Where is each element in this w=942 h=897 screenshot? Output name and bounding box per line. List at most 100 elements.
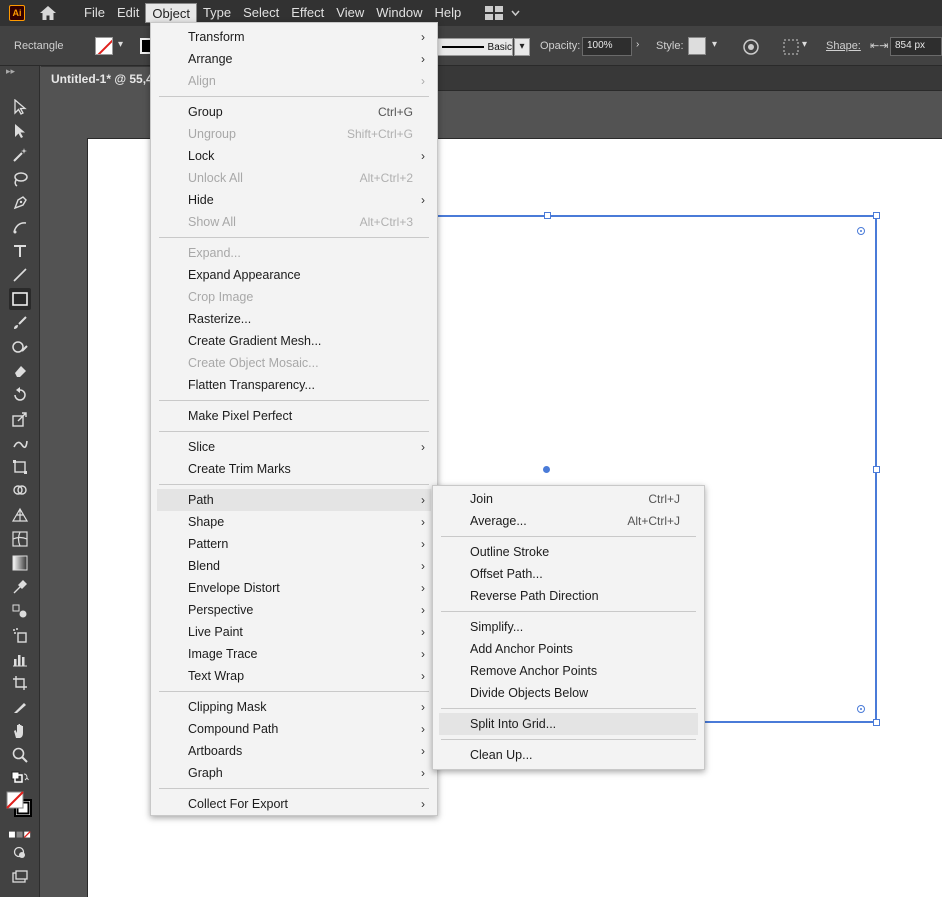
mesh-tool-icon[interactable] bbox=[9, 528, 31, 550]
document-tab[interactable]: Untitled-1* @ 55,44 bbox=[41, 67, 161, 91]
menu-effect[interactable]: Effect bbox=[285, 3, 330, 23]
opacity-input[interactable]: 100% bbox=[582, 37, 632, 56]
menu-item-create-gradient-mesh[interactable]: Create Gradient Mesh... bbox=[157, 330, 431, 352]
menu-item-add-anchor-points[interactable]: Add Anchor Points bbox=[439, 638, 698, 660]
style-dropdown-icon[interactable]: ▾ bbox=[712, 39, 717, 50]
menu-item-path[interactable]: Path › bbox=[157, 489, 431, 511]
screen-mode-icon[interactable] bbox=[9, 866, 31, 888]
recolor-icon[interactable] bbox=[742, 38, 760, 56]
line-tool-icon[interactable] bbox=[9, 264, 31, 286]
menu-item-transform[interactable]: Transform › bbox=[157, 26, 431, 48]
paintbrush-tool-icon[interactable] bbox=[9, 312, 31, 334]
workspace-switcher[interactable] bbox=[485, 6, 520, 20]
menu-item-simplify[interactable]: Simplify... bbox=[439, 616, 698, 638]
menu-item-collect-for-export[interactable]: Collect For Export › bbox=[157, 793, 431, 815]
menu-item-group[interactable]: Group Ctrl+G bbox=[157, 101, 431, 123]
menu-item-compound-path[interactable]: Compound Path › bbox=[157, 718, 431, 740]
menu-item-outline-stroke[interactable]: Outline Stroke bbox=[439, 541, 698, 563]
menu-item-divide-objects-below[interactable]: Divide Objects Below bbox=[439, 682, 698, 704]
menu-item-artboards[interactable]: Artboards › bbox=[157, 740, 431, 762]
artboard-tool-icon[interactable] bbox=[9, 672, 31, 694]
blend-tool-icon[interactable] bbox=[9, 600, 31, 622]
menu-item-flatten-transparency[interactable]: Flatten Transparency... bbox=[157, 374, 431, 396]
shaper-tool-icon[interactable] bbox=[9, 336, 31, 358]
brush-dropdown-icon[interactable]: ▾ bbox=[514, 38, 530, 56]
menu-item-expand-appearance[interactable]: Expand Appearance bbox=[157, 264, 431, 286]
direct-selection-tool-icon[interactable] bbox=[9, 120, 31, 142]
menu-item-slice[interactable]: Slice › bbox=[157, 436, 431, 458]
free-transform-tool-icon[interactable] bbox=[9, 456, 31, 478]
menu-view[interactable]: View bbox=[330, 3, 370, 23]
menu-item-remove-anchor-points[interactable]: Remove Anchor Points bbox=[439, 660, 698, 682]
pen-tool-icon[interactable] bbox=[9, 192, 31, 214]
shape-width-input[interactable]: 854 px bbox=[890, 37, 942, 56]
lasso-tool-icon[interactable] bbox=[9, 168, 31, 190]
menu-item-live-paint[interactable]: Live Paint › bbox=[157, 621, 431, 643]
menu-object[interactable]: Object bbox=[145, 3, 197, 23]
menu-item-make-pixel-perfect[interactable]: Make Pixel Perfect bbox=[157, 405, 431, 427]
fill-stroke-swatches[interactable] bbox=[5, 790, 35, 820]
menu-edit[interactable]: Edit bbox=[111, 3, 145, 23]
style-swatch[interactable] bbox=[688, 37, 706, 55]
menu-item-lock[interactable]: Lock › bbox=[157, 145, 431, 167]
warp-tool-icon[interactable] bbox=[9, 432, 31, 454]
menu-item-blend[interactable]: Blend › bbox=[157, 555, 431, 577]
perspective-grid-tool-icon[interactable] bbox=[9, 504, 31, 526]
scale-tool-icon[interactable] bbox=[9, 408, 31, 430]
menu-item-rasterize[interactable]: Rasterize... bbox=[157, 308, 431, 330]
menu-item-join[interactable]: Join Ctrl+J bbox=[439, 488, 698, 510]
menu-item-reverse-path-direction[interactable]: Reverse Path Direction bbox=[439, 585, 698, 607]
menu-item-shape[interactable]: Shape › bbox=[157, 511, 431, 533]
menu-item-image-trace[interactable]: Image Trace › bbox=[157, 643, 431, 665]
menu-select[interactable]: Select bbox=[237, 3, 285, 23]
default-fill-stroke-icon[interactable] bbox=[9, 768, 31, 790]
align-grid-icon[interactable] bbox=[782, 38, 800, 56]
menu-item-pattern[interactable]: Pattern › bbox=[157, 533, 431, 555]
center-point[interactable] bbox=[543, 466, 550, 473]
menu-item-hide[interactable]: Hide › bbox=[157, 189, 431, 211]
menu-item-offset-path[interactable]: Offset Path... bbox=[439, 563, 698, 585]
selection-handle[interactable] bbox=[873, 212, 880, 219]
menu-item-envelope-distort[interactable]: Envelope Distort › bbox=[157, 577, 431, 599]
selection-handle[interactable] bbox=[873, 719, 880, 726]
magic-wand-tool-icon[interactable] bbox=[9, 144, 31, 166]
corner-radius-widget[interactable] bbox=[857, 705, 865, 713]
type-tool-icon[interactable] bbox=[9, 240, 31, 262]
menu-item-split-into-grid[interactable]: Split Into Grid... bbox=[439, 713, 698, 735]
rotate-tool-icon[interactable] bbox=[9, 384, 31, 406]
align-dropdown-icon[interactable]: ▾ bbox=[802, 39, 807, 50]
slice-tool-icon[interactable] bbox=[9, 696, 31, 718]
menu-item-text-wrap[interactable]: Text Wrap › bbox=[157, 665, 431, 687]
symbol-sprayer-tool-icon[interactable] bbox=[9, 624, 31, 646]
selection-handle[interactable] bbox=[544, 212, 551, 219]
menu-help[interactable]: Help bbox=[428, 3, 467, 23]
shape-builder-tool-icon[interactable] bbox=[9, 480, 31, 502]
eyedropper-tool-icon[interactable] bbox=[9, 576, 31, 598]
menu-item-perspective[interactable]: Perspective › bbox=[157, 599, 431, 621]
curvature-tool-icon[interactable] bbox=[9, 216, 31, 238]
column-graph-tool-icon[interactable] bbox=[9, 648, 31, 670]
home-icon[interactable] bbox=[38, 4, 58, 22]
eraser-tool-icon[interactable] bbox=[9, 360, 31, 382]
brush-definition[interactable]: Basic bbox=[437, 38, 513, 56]
menu-item-create-trim-marks[interactable]: Create Trim Marks bbox=[157, 458, 431, 480]
menu-item-arrange[interactable]: Arrange › bbox=[157, 48, 431, 70]
rectangle-tool-icon[interactable] bbox=[9, 288, 31, 310]
fill-swatch[interactable] bbox=[95, 37, 113, 55]
menu-item-average[interactable]: Average... Alt+Ctrl+J bbox=[439, 510, 698, 532]
fill-dropdown-icon[interactable]: ▾ bbox=[118, 39, 123, 50]
panel-collapse-icon[interactable]: ▸▸ bbox=[6, 66, 15, 77]
drawing-mode-icon[interactable] bbox=[9, 842, 31, 864]
menu-file[interactable]: File bbox=[78, 3, 111, 23]
selection-handle[interactable] bbox=[873, 466, 880, 473]
menu-item-graph[interactable]: Graph › bbox=[157, 762, 431, 784]
menu-item-clipping-mask[interactable]: Clipping Mask › bbox=[157, 696, 431, 718]
hand-tool-icon[interactable] bbox=[9, 720, 31, 742]
zoom-tool-icon[interactable] bbox=[9, 744, 31, 766]
opacity-arrow-icon[interactable]: › bbox=[636, 39, 639, 50]
menu-item-clean-up[interactable]: Clean Up... bbox=[439, 744, 698, 766]
selection-tool-icon[interactable] bbox=[9, 96, 31, 118]
gradient-tool-icon[interactable] bbox=[9, 552, 31, 574]
menu-window[interactable]: Window bbox=[370, 3, 428, 23]
menu-type[interactable]: Type bbox=[197, 3, 237, 23]
